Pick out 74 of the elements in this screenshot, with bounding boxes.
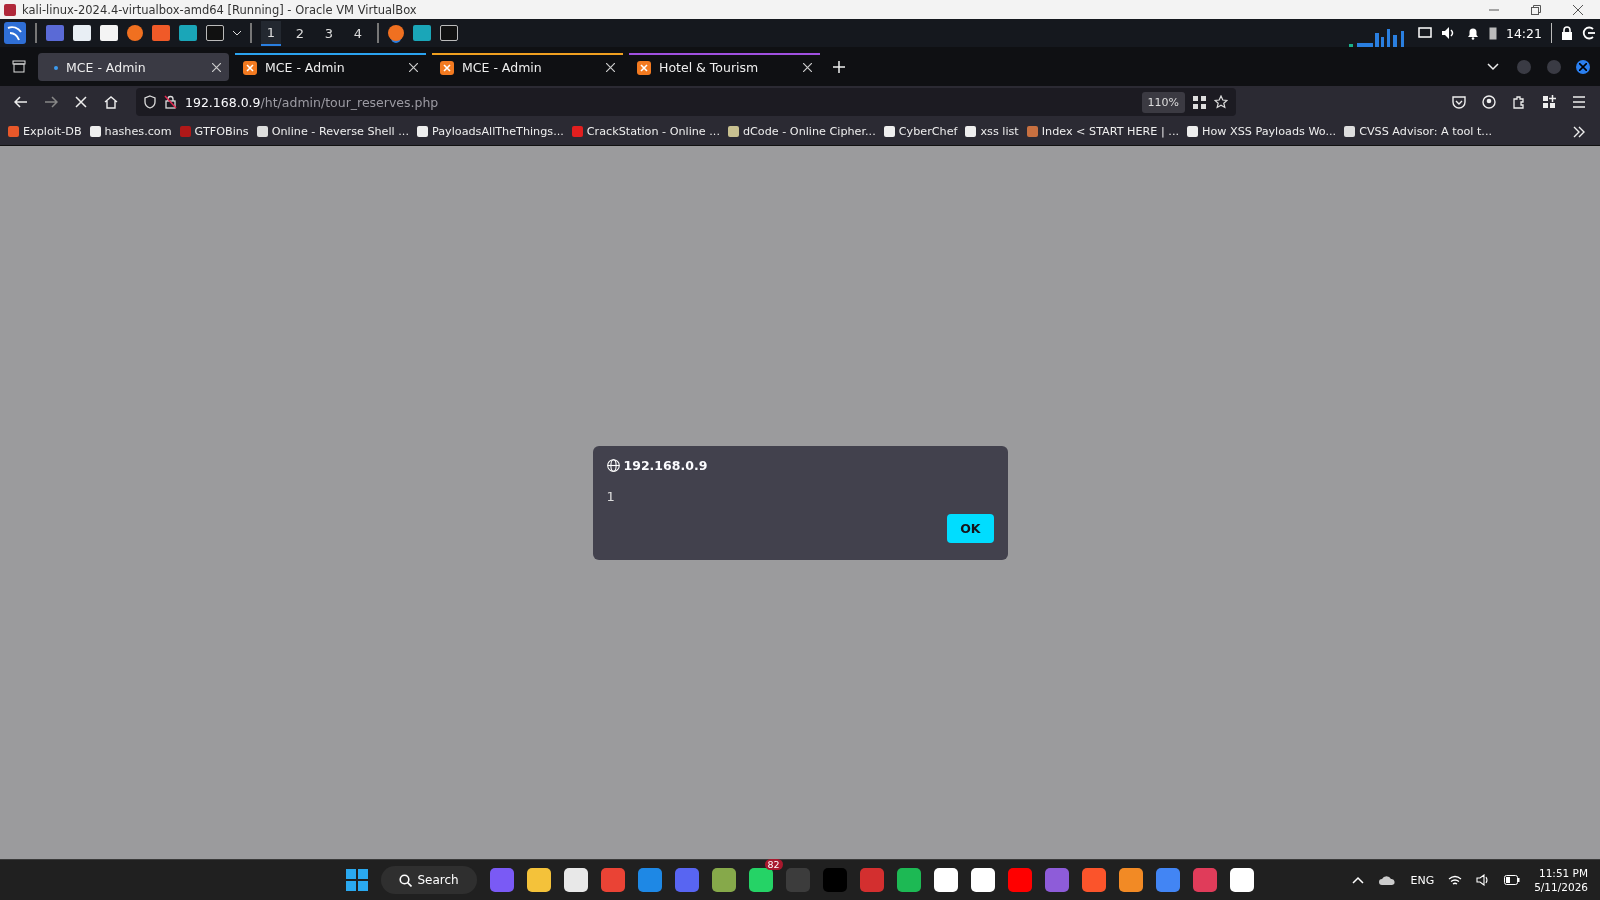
battery-icon (1488, 26, 1497, 40)
browser-tab[interactable]: Hotel & Tourism (629, 52, 820, 81)
notification-badge: 82 (764, 859, 783, 870)
bookmark-link[interactable]: xss list (965, 125, 1019, 138)
bookmark-link[interactable]: PayloadsAllTheThings... (416, 125, 564, 138)
battery-icon[interactable] (1504, 875, 1521, 885)
wifi-icon[interactable] (1448, 874, 1463, 886)
bookmark-link[interactable]: dCode - Online Cipher... (727, 125, 876, 138)
search-icon (399, 873, 413, 887)
taskbar-time[interactable]: 11:51 PM (1539, 867, 1588, 879)
insecure-lock-icon (164, 95, 177, 109)
bookmark-link[interactable]: Online - Reverse Shell ... (256, 125, 409, 138)
url-text: 192.168.0.9/ht/admin/tour_reserves.php (185, 94, 439, 110)
zoom-level-button[interactable]: 110% (1141, 91, 1185, 113)
close-button[interactable] (1576, 59, 1590, 74)
ok-button[interactable]: OK (947, 513, 994, 543)
terminal-icon[interactable] (440, 25, 458, 41)
workspace-button[interactable]: 3 (319, 21, 339, 45)
workspace-button[interactable]: 4 (348, 21, 368, 45)
bookmark-link[interactable]: GTFOBins (179, 125, 249, 138)
app-icon[interactable] (970, 868, 995, 892)
favicon-icon (637, 60, 651, 75)
browser-tab[interactable]: MCE - Admin (38, 52, 229, 81)
star-icon[interactable] (1214, 95, 1228, 109)
restore-icon[interactable] (1531, 4, 1541, 15)
qr-code-icon[interactable] (1193, 95, 1206, 109)
address-bar[interactable]: 192.168.0.9/ht/admin/tour_reserves.php 110% (136, 88, 1236, 116)
close-tab-icon[interactable] (606, 63, 615, 72)
close-tab-icon[interactable] (212, 63, 221, 72)
app-icon[interactable] (1118, 868, 1143, 892)
close-tab-icon[interactable] (803, 63, 812, 72)
bookmark-link[interactable]: Index < START HERE | ... (1026, 125, 1179, 138)
display-icon[interactable] (1417, 27, 1432, 39)
app-icon[interactable] (748, 868, 773, 892)
bookmark-link[interactable]: CVSS Advisor: A tool t... (1344, 125, 1493, 138)
close-tab-icon[interactable] (409, 63, 418, 72)
dialog-message: 1 (606, 488, 616, 504)
caret-icon[interactable] (233, 30, 241, 36)
bookmark-link[interactable]: hashes.com (89, 125, 172, 138)
cloud-icon[interactable] (1378, 874, 1397, 886)
favicon-icon (440, 60, 454, 75)
app-icon[interactable] (1229, 868, 1254, 892)
kali-menu-icon[interactable] (4, 22, 26, 44)
app-icon[interactable] (711, 868, 736, 892)
bookmark-link[interactable]: How XSS Payloads Wo... (1187, 125, 1337, 138)
logout-icon[interactable] (1582, 26, 1596, 40)
app-icon[interactable] (896, 868, 921, 892)
notification-bell-icon[interactable] (1465, 26, 1480, 40)
globe-icon (606, 458, 620, 472)
bookmark-link[interactable]: CrackStation - Online ... (571, 125, 720, 138)
bookmark-link[interactable]: Exploit-DB (8, 125, 82, 138)
browser-tab[interactable]: MCE - Admin (235, 52, 426, 81)
lock-icon[interactable] (1561, 26, 1573, 40)
workspace-button[interactable]: 1 (261, 20, 281, 46)
dialog-origin: 192.168.0.9 (623, 457, 708, 473)
chevron-up-icon[interactable] (1352, 876, 1365, 884)
app-icon[interactable] (526, 868, 551, 892)
windows-logo-icon[interactable] (346, 869, 369, 891)
taskbar-date[interactable]: 5/11/2026 (1534, 881, 1588, 893)
terminal-icon[interactable] (206, 25, 224, 41)
search-button[interactable]: Search (381, 866, 477, 894)
app-icon[interactable] (933, 868, 958, 892)
bookmark-link[interactable]: CyberChef (883, 125, 958, 138)
workspace-button[interactable]: 2 (290, 21, 310, 45)
close-icon[interactable] (1573, 4, 1583, 15)
shield-icon (144, 95, 156, 109)
language-indicator[interactable]: ENG (1410, 873, 1435, 887)
volume-icon[interactable] (1476, 874, 1491, 886)
browser-tab[interactable]: MCE - Admin (432, 52, 623, 81)
loading-dot-icon (54, 65, 58, 70)
clock[interactable]: 14:21 (1505, 25, 1542, 41)
window-title: kali-linux-2024.4-virtualbox-amd64 [Running] - Oracle VM VirtualBox (22, 2, 417, 17)
app-icon[interactable] (563, 868, 588, 892)
favicon-icon (243, 60, 257, 75)
